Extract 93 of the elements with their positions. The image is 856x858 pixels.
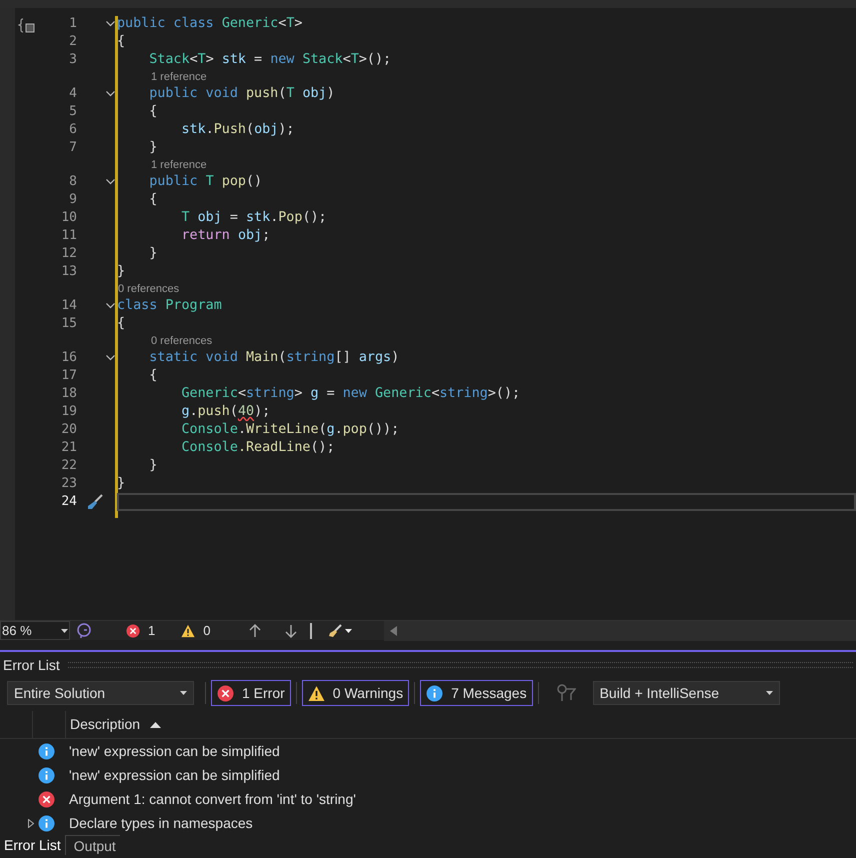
code-line: }: [117, 474, 126, 493]
scope-dropdown[interactable]: Entire Solution: [7, 681, 194, 705]
code-line: public void push(T obj): [148, 84, 335, 103]
line-number: 6: [69, 121, 77, 140]
code-line: public T pop(): [148, 172, 262, 191]
collapse-icon[interactable]: [106, 91, 114, 97]
line-number: 9: [69, 191, 77, 210]
warning-icon: [181, 624, 196, 638]
error-description: 'new' expression can be simplified: [69, 766, 280, 785]
caret-icon: [766, 691, 773, 695]
line-number: 21: [61, 439, 77, 458]
warning-icon: [308, 684, 325, 702]
sort-up-icon[interactable]: [150, 722, 162, 728]
code-line: public class Generic<T>: [117, 14, 302, 33]
source-dropdown[interactable]: Build + IntelliSense: [592, 681, 780, 705]
line-number: 17: [61, 367, 77, 386]
line-number: 13: [61, 263, 77, 282]
error-icon: [38, 790, 55, 808]
code-line: Console.ReadLine();: [180, 438, 335, 457]
code-line: stk.Push(obj);: [180, 120, 294, 139]
line-number: 8: [69, 173, 77, 192]
line-number: 16: [61, 349, 77, 368]
code-line: static void Main(string[] args): [148, 348, 400, 367]
code-line: return obj;: [180, 226, 270, 245]
namespace-icon: [18, 18, 36, 34]
error-icon: [126, 624, 140, 638]
error-description: 'new' expression can be simplified: [69, 742, 280, 761]
line-number: 22: [61, 457, 77, 476]
code-line: {: [148, 190, 158, 209]
reference-count[interactable]: 1 reference: [151, 156, 207, 174]
reference-count[interactable]: 1 reference: [151, 68, 207, 86]
code-line: Stack<T> stk = new Stack<T>();: [148, 50, 392, 69]
line-number: 11: [61, 227, 77, 246]
brush-icon[interactable]: [87, 494, 103, 510]
code-line: }: [148, 244, 158, 263]
code-line: class Program: [117, 296, 222, 315]
error-description: Argument 1: cannot convert from 'int' to 'string': [69, 790, 356, 809]
line-number: 10: [61, 209, 77, 228]
line-number: 7: [69, 139, 77, 158]
info-icon: [38, 814, 55, 832]
line-number: 14: [61, 297, 77, 316]
code-line: g.push(40);: [180, 402, 270, 421]
line-number: 24: [61, 493, 77, 512]
code-line: {: [117, 314, 126, 333]
info-icon: [426, 684, 444, 702]
info-icon: [38, 766, 55, 784]
code-line: {: [148, 102, 158, 121]
reference-count[interactable]: 0 references: [151, 332, 212, 350]
error-description: Declare types in namespaces: [69, 814, 253, 833]
code-line: {: [148, 366, 158, 385]
scroll-left-icon[interactable]: [390, 626, 398, 636]
column-header[interactable]: Description: [70, 714, 140, 735]
code-line: }: [148, 138, 158, 157]
up-arrow-icon[interactable]: [248, 624, 262, 638]
down-arrow-icon[interactable]: [284, 624, 298, 638]
filter-button[interactable]: 0 Warnings: [302, 680, 410, 706]
panel-tab[interactable]: Error List: [0, 835, 65, 855]
code-line: }: [117, 262, 126, 281]
warning-count[interactable]: 0: [181, 620, 210, 640]
line-number: 1: [69, 15, 77, 34]
line-number: 20: [61, 421, 77, 440]
line-number: 23: [61, 475, 77, 494]
caret-icon: [61, 628, 68, 632]
code-line: T obj = stk.Pop();: [180, 208, 327, 227]
collapse-icon[interactable]: [106, 355, 114, 361]
brush-dropdown-icon[interactable]: [328, 624, 354, 638]
line-number: 19: [61, 403, 77, 422]
code-line: Generic<string> g = new Generic<string>();: [180, 384, 520, 403]
panel-title: Error List: [3, 656, 60, 674]
filter-button[interactable]: 1 Error: [211, 680, 291, 706]
error-count[interactable]: 1: [126, 620, 156, 640]
error-icon: [217, 684, 234, 702]
panel-tab[interactable]: Output: [64, 835, 120, 855]
filter-button[interactable]: 7 Messages: [420, 680, 533, 706]
zoom-dropdown[interactable]: 86 %: [0, 621, 70, 640]
info-icon: [38, 742, 55, 760]
line-number: 5: [69, 103, 77, 122]
line-number: 12: [61, 245, 77, 264]
line-number: 18: [61, 385, 77, 404]
line-number: 3: [69, 51, 77, 70]
code-line: {: [117, 32, 126, 51]
collapse-icon[interactable]: [106, 179, 114, 185]
code-line: Console.WriteLine(g.pop());: [180, 420, 400, 439]
line-number: 4: [69, 85, 77, 104]
collapse-icon[interactable]: [106, 21, 114, 27]
line-number: 2: [69, 33, 77, 52]
code-line: }: [148, 456, 158, 475]
caret-icon: [180, 691, 187, 695]
collapse-icon[interactable]: [106, 303, 114, 309]
line-number: 15: [61, 315, 77, 334]
expand-icon[interactable]: [28, 818, 34, 828]
reference-count[interactable]: 0 references: [118, 280, 180, 298]
filter-icon[interactable]: [556, 683, 576, 703]
